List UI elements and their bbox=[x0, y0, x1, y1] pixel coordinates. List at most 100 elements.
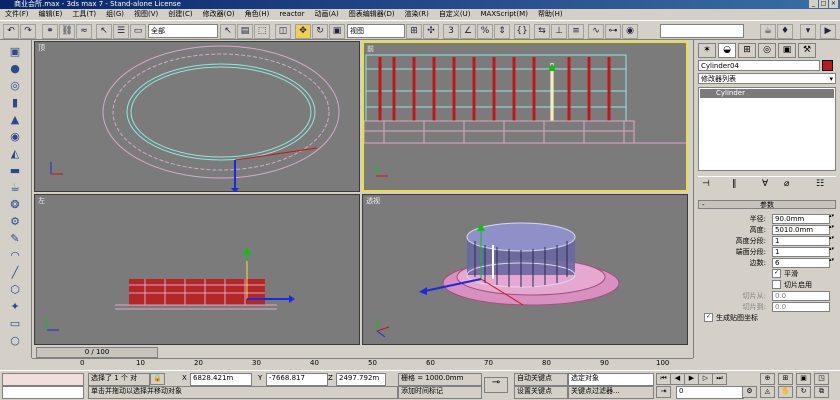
spinner-snap-icon[interactable]: ⇕ bbox=[494, 24, 510, 39]
menu-views[interactable]: 视图(V) bbox=[129, 9, 163, 20]
object-color-swatch[interactable] bbox=[822, 60, 833, 71]
maximize-viewport-icon[interactable]: ⧉ bbox=[814, 386, 829, 398]
go-to-end-icon[interactable]: ⏭ bbox=[712, 373, 727, 385]
window-crossing-icon[interactable]: ◫ bbox=[275, 24, 291, 39]
snap-3d-icon[interactable]: 3 bbox=[443, 24, 459, 39]
time-slider[interactable]: 0 / 100 bbox=[36, 347, 158, 358]
create-pyramid-icon[interactable]: ◭ bbox=[7, 146, 23, 161]
curve-editor-icon[interactable]: ∿ bbox=[588, 24, 604, 39]
create-arc-icon[interactable]: ◠ bbox=[7, 248, 23, 263]
gen-mapping-coords-checkbox[interactable]: ✓ bbox=[704, 313, 713, 322]
create-plane-icon[interactable]: ▬ bbox=[7, 163, 23, 178]
viewport-perspective[interactable]: 透视 bbox=[362, 194, 688, 345]
region-icon[interactable]: ▭ bbox=[130, 24, 146, 39]
create-text-icon[interactable]: ✎ bbox=[7, 231, 23, 246]
undo-icon[interactable]: ↶ bbox=[3, 24, 19, 39]
set-key-button[interactable]: 设置关键点 bbox=[514, 386, 568, 399]
remove-modifier-icon[interactable]: ⌀ bbox=[784, 179, 789, 189]
play-icon[interactable]: ▶ bbox=[684, 373, 699, 385]
create-box-icon[interactable]: ▣ bbox=[7, 44, 23, 59]
slice-from-input[interactable]: 0.0 bbox=[772, 291, 830, 301]
height-input[interactable]: 5010.0mm bbox=[772, 225, 830, 235]
slice-to-input[interactable]: 0.0 bbox=[772, 302, 830, 312]
x-coord-field[interactable]: 6828.421m bbox=[190, 373, 252, 386]
zoom-all-icon[interactable]: ⊞ bbox=[778, 373, 793, 385]
select-by-name-icon[interactable]: ☰ bbox=[113, 24, 129, 39]
menu-animation[interactable]: 动画(A) bbox=[309, 9, 343, 20]
create-star-icon[interactable]: ✦ bbox=[7, 299, 23, 314]
menu-reactor[interactable]: reactor bbox=[274, 9, 309, 20]
utilities-tab-icon[interactable]: ⚒ bbox=[798, 43, 816, 58]
sides-input[interactable]: 6 bbox=[772, 258, 830, 268]
render-scene-icon[interactable]: ☕ bbox=[760, 24, 776, 39]
selection-filter-dropdown[interactable]: 全部 bbox=[148, 24, 218, 38]
parameters-rollout-header[interactable]: - 参数 bbox=[698, 200, 836, 209]
create-ngon-icon[interactable]: ⬡ bbox=[7, 282, 23, 297]
render-type-icon[interactable]: ▾ bbox=[800, 24, 816, 39]
named-selection-field[interactable] bbox=[660, 24, 744, 38]
create-geosphere-icon[interactable]: ❂ bbox=[7, 197, 23, 212]
zoom-extents-all-icon[interactable]: ◳ bbox=[814, 373, 829, 385]
redo-icon[interactable]: ↷ bbox=[20, 24, 36, 39]
zoom-extents-icon[interactable]: ▣ bbox=[796, 373, 811, 385]
menu-help[interactable]: 帮助(H) bbox=[533, 9, 568, 20]
viewport-front[interactable]: 前 bbox=[362, 41, 688, 192]
create-section-icon[interactable]: ▭ bbox=[7, 316, 23, 331]
show-end-result-icon[interactable]: ‖ bbox=[732, 179, 737, 189]
maxscript-listener-field[interactable] bbox=[2, 373, 84, 386]
create-torus-icon[interactable]: ◎ bbox=[7, 78, 23, 93]
stack-item-cylinder[interactable]: Cylinder bbox=[700, 89, 834, 98]
auto-key-button[interactable]: 自动关键点 bbox=[514, 373, 568, 386]
maxscript-output-field[interactable] bbox=[2, 386, 84, 399]
create-ring-icon[interactable]: ○ bbox=[7, 333, 23, 348]
create-cylinder-icon[interactable]: ▮ bbox=[7, 95, 23, 110]
track-bar[interactable]: 0 10 20 30 40 50 60 70 80 90 100 bbox=[32, 358, 693, 370]
menu-modifiers[interactable]: 修改器(O) bbox=[198, 9, 240, 20]
pivot-center-icon[interactable]: ⊞ bbox=[406, 24, 422, 39]
select-scale-icon[interactable]: ▣ bbox=[329, 24, 345, 39]
menu-edit[interactable]: 编辑(E) bbox=[34, 9, 68, 20]
create-cone-icon[interactable]: ▲ bbox=[7, 112, 23, 127]
close-button[interactable]: × bbox=[829, 0, 838, 8]
configure-sets-icon[interactable]: ☷ bbox=[816, 179, 824, 189]
radius-input[interactable]: 90.0mm bbox=[772, 214, 830, 224]
y-coord-field[interactable]: -7668.817 bbox=[266, 373, 328, 386]
rect-region-icon[interactable]: ⬚ bbox=[254, 24, 270, 39]
select-by-name-2-icon[interactable]: ▤ bbox=[237, 24, 253, 39]
menu-character[interactable]: 角色(H) bbox=[240, 9, 275, 20]
select-move-icon[interactable]: ✥ bbox=[295, 24, 311, 39]
modifier-list-dropdown[interactable]: 修改器列表 ▾ bbox=[698, 73, 836, 84]
key-filters-button[interactable]: 关键点过滤器... bbox=[568, 386, 654, 399]
render-last-icon[interactable]: ▶ bbox=[820, 24, 836, 39]
zoom-icon[interactable]: ⊕ bbox=[760, 373, 775, 385]
bind-spacewarp-icon[interactable]: ≈ bbox=[76, 24, 92, 39]
field-of-view-icon[interactable]: ◬ bbox=[760, 386, 775, 398]
viewport-left[interactable]: 左 bbox=[34, 194, 360, 345]
previous-frame-icon[interactable]: ◀ bbox=[670, 373, 685, 385]
named-sets-icon[interactable]: {} bbox=[514, 24, 530, 39]
select-icon[interactable]: ↖ bbox=[96, 24, 112, 39]
lock-selection-icon[interactable]: 🔒 bbox=[150, 373, 165, 385]
menu-group[interactable]: 组(G) bbox=[101, 9, 129, 20]
create-helix-icon[interactable]: ⚙ bbox=[7, 214, 23, 229]
schematic-view-icon[interactable]: ⊶ bbox=[605, 24, 621, 39]
menu-tools[interactable]: 工具(T) bbox=[67, 9, 101, 20]
cap-segments-spinner-icon[interactable]: ▴▾ bbox=[829, 247, 834, 255]
menu-file[interactable]: 文件(F) bbox=[0, 9, 34, 20]
slice-on-checkbox[interactable] bbox=[772, 280, 781, 289]
pin-stack-icon[interactable]: ⊣ bbox=[702, 179, 710, 189]
add-time-tag-button[interactable]: 添加时间标记 bbox=[398, 386, 482, 399]
height-segments-spinner-icon[interactable]: ▴▾ bbox=[829, 236, 834, 244]
menu-graph-editors[interactable]: 图表编辑器(D) bbox=[344, 9, 400, 20]
percent-snap-icon[interactable]: % bbox=[477, 24, 493, 39]
arc-rotate-icon[interactable]: ↻ bbox=[796, 386, 811, 398]
pan-icon[interactable]: ✋ bbox=[778, 386, 793, 398]
menu-customize[interactable]: 自定义(U) bbox=[434, 9, 476, 20]
minimize-button[interactable]: _ bbox=[809, 0, 818, 8]
quick-render-icon[interactable]: ♦ bbox=[777, 24, 793, 39]
material-editor-icon[interactable]: ◉ bbox=[622, 24, 638, 39]
object-name-field[interactable]: Cylinder04 bbox=[698, 60, 820, 71]
height-segments-input[interactable]: 1 bbox=[772, 236, 830, 246]
key-icon[interactable]: ⊸ bbox=[484, 377, 508, 393]
align-icon[interactable]: ⊥ bbox=[551, 24, 567, 39]
